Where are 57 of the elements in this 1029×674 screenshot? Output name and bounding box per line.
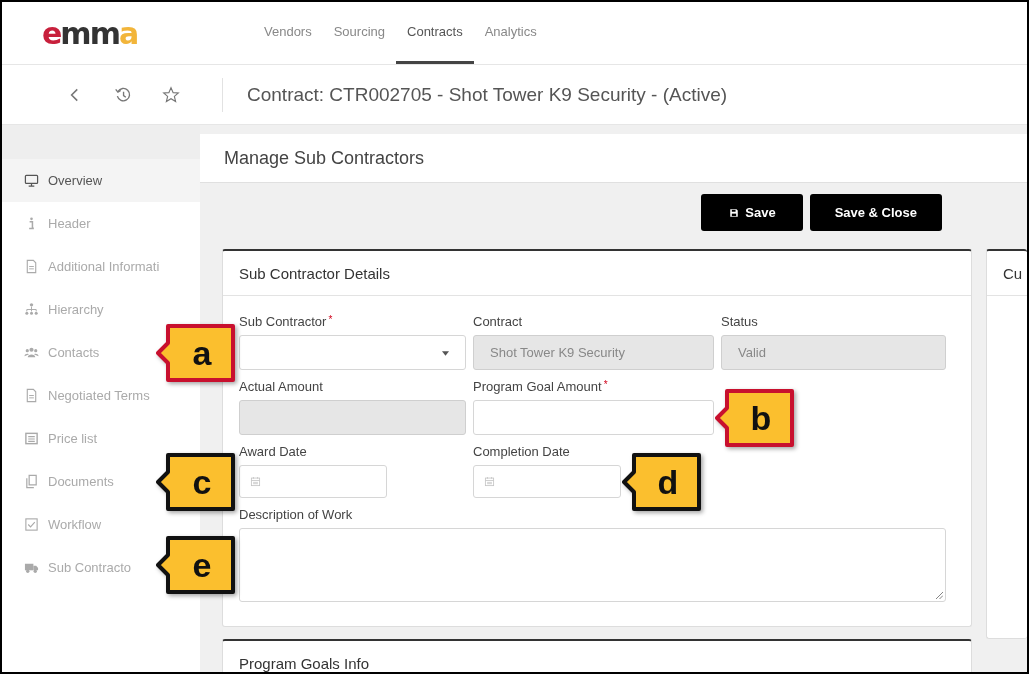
nav-tab[interactable]: Contracts [396,2,474,64]
sidebar-item[interactable]: Additional Informati [2,245,168,288]
field-label: Contract [473,314,523,329]
sidebar-item[interactable]: Workflow [2,503,110,546]
people-icon [24,345,39,360]
hierarchy-icon [24,302,39,317]
sidebar-item[interactable]: Sub Contracto [2,546,140,589]
nav-tab[interactable]: Analytics [473,2,548,64]
callout-badge: a [155,321,237,384]
date-field[interactable] [239,465,387,498]
callout-badge: b [714,386,796,449]
caret-icon [442,351,449,356]
sidebar-item[interactable]: Overview [2,159,200,202]
sidebar-item[interactable]: Header [2,202,99,245]
list-icon [24,431,39,446]
callout-badge: e [155,534,237,596]
input-field: Shot Tower K9 Security [473,335,714,370]
date-field[interactable] [473,465,621,498]
card-title: Cu [1003,264,1023,282]
save-button[interactable]: Save [701,194,803,231]
document-icon [24,259,39,274]
card-title: Sub Contractor Details [239,264,390,282]
text-area[interactable] [239,528,946,602]
sidebar-item[interactable]: Price list [2,417,106,460]
copy-icon [24,474,39,489]
callout-badge: d [621,450,703,513]
history-icon[interactable] [114,85,132,104]
star-icon[interactable] [162,85,180,104]
logo[interactable]: emma [2,2,235,64]
sidebar-item[interactable]: Documents [2,460,122,503]
calendar-icon [484,476,495,487]
callout-badge: c [155,450,237,513]
field-label: Status [721,314,758,329]
calendar-icon [250,476,261,487]
nav-tab[interactable]: Vendors [253,2,323,64]
field-label: Program Goal Amount* [473,379,608,394]
nav-tab[interactable]: Sourcing [322,2,396,64]
sidebar-item[interactable]: Negotiated Terms [2,374,158,417]
input-field[interactable] [473,400,714,435]
sidebar-item[interactable]: Hierarchy [2,288,112,331]
field-label: Completion Date [473,444,570,459]
field-label: Award Date [239,444,307,459]
card-title: Program Goals Info [239,654,370,672]
save-close-button[interactable]: Save & Close [809,194,942,231]
dropdown-field[interactable] [239,335,466,370]
resize-grip-icon [935,591,943,599]
monitor-icon [24,173,39,188]
input-field: Valid [721,335,946,370]
field-label: Description of Work [239,507,353,522]
sidebar-item[interactable]: Contacts [2,331,108,374]
field-label: Sub Contractor* [239,314,333,329]
save-icon [729,207,740,218]
document-icon [24,388,39,403]
field-label: Actual Amount [239,379,323,394]
page-title: Contract: CTR002705 - Shot Tower K9 Security - (Active) [247,83,728,106]
checkbox-icon [24,517,39,532]
panel-title: Manage Sub Contractors [224,147,425,169]
